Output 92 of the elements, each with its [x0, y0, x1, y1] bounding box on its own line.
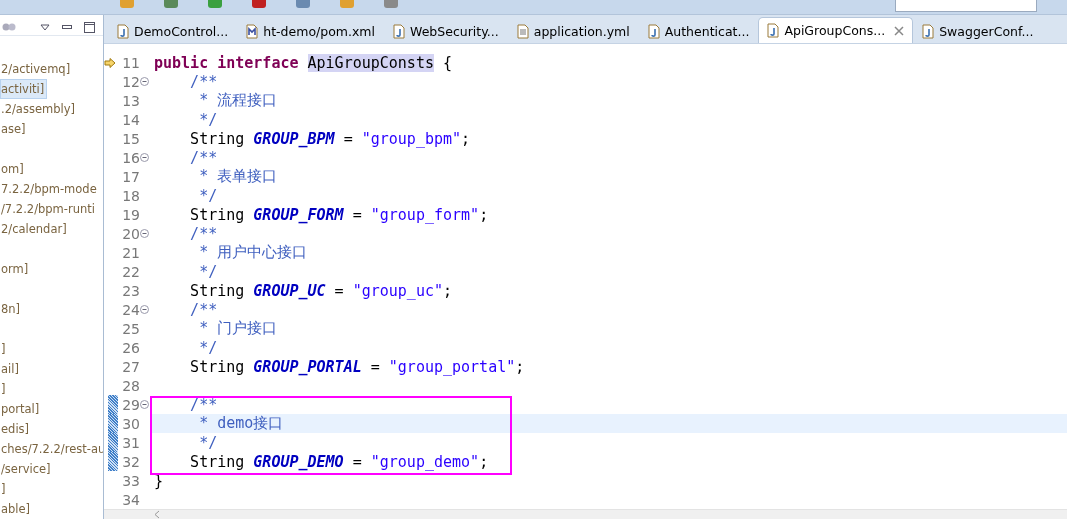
quick-access-field[interactable]	[895, 0, 1037, 12]
project-item[interactable]: edis]	[0, 419, 33, 439]
line-number: 27	[121, 358, 140, 375]
editor-tab[interactable]: ApiGroupCons...	[758, 17, 914, 43]
toolbar-icon[interactable]	[208, 0, 222, 8]
line-number: 16	[121, 149, 140, 166]
line-number: 25	[121, 320, 140, 337]
line-number: 18	[121, 187, 140, 204]
line-number: 19	[121, 206, 140, 223]
line-number: 32	[121, 453, 140, 470]
fold-icon[interactable]	[140, 305, 149, 314]
code-line: /**	[189, 395, 218, 414]
arrow-icon	[104, 57, 116, 68]
code-line: * 用户中心接口	[198, 243, 308, 262]
editor-tab[interactable]: ht-demo/pom.xml	[237, 19, 385, 43]
fold-icon[interactable]	[140, 153, 149, 162]
code-line: * demo接口	[198, 414, 284, 433]
code-line: public interface ApiGroupConsts {	[153, 53, 453, 72]
project-item[interactable]: /service]	[0, 459, 54, 479]
project-item[interactable]: .2/assembly]	[0, 99, 78, 119]
code-line: * 门户接口	[198, 319, 278, 338]
project-item[interactable]: ]	[0, 379, 9, 399]
scroll-left-icon[interactable]	[154, 510, 160, 519]
editor-tab[interactable]: Authenticat...	[638, 19, 759, 43]
document-icon	[516, 24, 529, 39]
code-line: String GROUP_PORTAL = "group_portal";	[189, 357, 525, 376]
line-number: 24	[121, 301, 140, 318]
code-line: */	[198, 338, 218, 357]
code-line: /**	[189, 300, 218, 319]
project-item[interactable]: portal]	[0, 399, 43, 419]
project-item[interactable]: ail]	[0, 359, 22, 379]
line-number: 17	[121, 168, 140, 185]
code-line: */	[198, 433, 218, 452]
project-item[interactable]: 7.2.2/bpm-mode	[0, 179, 100, 199]
code-line: * 流程接口	[198, 91, 278, 110]
line-number: 30	[121, 415, 140, 432]
change-bar	[108, 433, 118, 452]
editor-tab[interactable]: WebSecurity...	[384, 19, 508, 43]
view-menu-icon[interactable]	[40, 23, 50, 31]
toolbar-icon[interactable]	[296, 0, 310, 8]
change-bar	[108, 395, 118, 414]
editor-tab[interactable]: DemoControl...	[108, 19, 238, 43]
fold-icon[interactable]	[140, 229, 149, 238]
project-item[interactable]: activiti]	[0, 79, 48, 99]
line-number: 23	[121, 282, 140, 299]
project-item[interactable]: 2/calendar]	[0, 219, 70, 239]
project-item[interactable]: orm]	[0, 259, 32, 279]
maximize-icon[interactable]	[84, 21, 95, 33]
line-number: 13	[121, 92, 140, 109]
change-bar	[108, 452, 118, 471]
editor-tab[interactable]: application.yml	[507, 19, 639, 43]
project-item[interactable]: 8n]	[0, 299, 24, 319]
code-line: /**	[189, 72, 218, 91]
line-number: 20	[121, 225, 140, 242]
code-line: /**	[189, 148, 218, 167]
toolbar-icon[interactable]	[384, 0, 398, 8]
code-line: */	[198, 186, 218, 205]
line-number: 21	[121, 244, 140, 261]
line-number: 12	[121, 73, 140, 90]
project-item[interactable]: ]	[0, 339, 9, 359]
toolbar-icon[interactable]	[252, 0, 266, 8]
code-line: String GROUP_DEMO = "group_demo";	[189, 452, 489, 471]
line-number: 22	[121, 263, 140, 280]
code-line: String GROUP_UC = "group_uc";	[189, 281, 453, 300]
project-item[interactable]: able]	[0, 499, 34, 519]
editor-tab[interactable]: SwaggerConf...	[913, 19, 1043, 43]
code-line: */	[198, 110, 218, 129]
project-item[interactable]: ]	[0, 479, 9, 499]
project-item[interactable]: ase]	[0, 119, 29, 139]
code-line: * 表单接口	[198, 167, 278, 186]
line-number: 28	[121, 377, 140, 394]
code-line: /**	[189, 224, 218, 243]
line-number: 34	[121, 491, 140, 508]
line-number: 11	[121, 54, 140, 71]
project-item[interactable]: /7.2.2/bpm-runti	[0, 199, 98, 219]
line-number: 31	[121, 434, 140, 451]
line-number: 14	[121, 111, 140, 128]
code-line: String GROUP_FORM = "group_form";	[189, 205, 489, 224]
project-item[interactable]: om]	[0, 159, 27, 179]
line-number: 15	[121, 130, 140, 147]
fold-icon[interactable]	[140, 400, 149, 409]
code-line: String GROUP_BPM = "group_bpm";	[189, 129, 471, 148]
project-item[interactable]: 2/activemq]	[0, 59, 74, 79]
code-line: */	[198, 262, 218, 281]
line-number: 29	[121, 396, 140, 413]
change-bar	[108, 414, 118, 433]
fold-icon[interactable]	[140, 77, 149, 86]
minimize-icon[interactable]	[62, 24, 72, 30]
close-icon[interactable]	[894, 25, 905, 36]
line-number: 26	[121, 339, 140, 356]
line-number: 33	[121, 472, 140, 489]
toolbar-icon[interactable]	[164, 0, 178, 8]
